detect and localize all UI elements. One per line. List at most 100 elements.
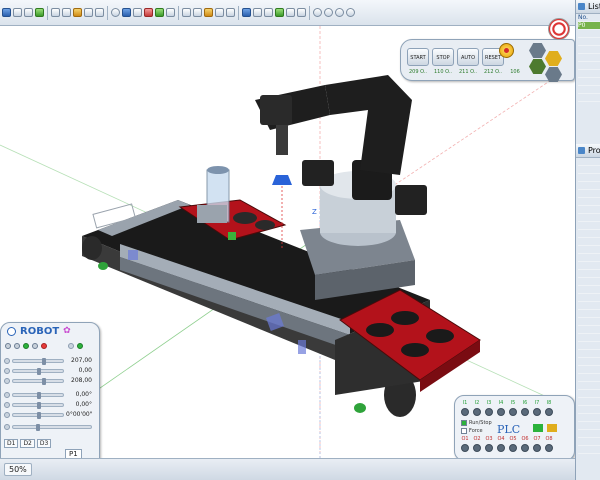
new-file-icon[interactable] <box>2 8 11 17</box>
slider-thumb[interactable] <box>37 411 41 419</box>
target-icon[interactable] <box>548 18 570 40</box>
list-item[interactable] <box>578 54 600 62</box>
axis-b-minus-button[interactable] <box>4 401 10 408</box>
slider-thumb[interactable] <box>37 391 41 399</box>
axis-b-slider[interactable] <box>12 401 64 409</box>
zoom-fit-icon[interactable] <box>335 8 344 17</box>
list-item[interactable] <box>578 30 600 38</box>
program-line[interactable] <box>578 334 600 342</box>
star-icon[interactable]: ✿ <box>63 326 71 336</box>
slider-thumb[interactable] <box>37 401 41 409</box>
shaded-icon[interactable] <box>297 8 306 17</box>
program-line[interactable] <box>578 230 600 238</box>
tab-d1[interactable]: D1 <box>4 439 19 448</box>
auto-button[interactable]: AUTO <box>457 48 479 66</box>
rotate-view-icon[interactable] <box>111 8 120 17</box>
view-side-icon[interactable] <box>264 8 273 17</box>
zoom-out-icon[interactable] <box>324 8 333 17</box>
program-line[interactable] <box>578 270 600 278</box>
arrow-left-icon[interactable] <box>547 424 557 432</box>
list-item[interactable] <box>578 46 600 54</box>
grid-icon[interactable] <box>226 8 235 17</box>
list-item[interactable] <box>578 70 600 78</box>
program-line[interactable] <box>578 246 600 254</box>
axis-x-minus-button[interactable] <box>4 357 10 364</box>
program-line[interactable] <box>578 438 600 446</box>
tab-d3[interactable]: D3 <box>36 439 52 448</box>
slider-thumb[interactable] <box>36 423 41 431</box>
save-icon[interactable] <box>24 8 33 17</box>
view-iso-icon[interactable] <box>275 8 284 17</box>
list-item[interactable]: P0 <box>578 22 600 30</box>
speed-minus-button[interactable] <box>4 423 10 430</box>
measure-icon[interactable] <box>204 8 213 17</box>
program-line[interactable] <box>578 414 600 422</box>
zoom-in-icon[interactable] <box>313 8 322 17</box>
zoom-window-icon[interactable] <box>346 8 355 17</box>
redo-icon[interactable] <box>62 8 71 17</box>
program-line[interactable] <box>578 222 600 230</box>
program-line[interactable] <box>578 278 600 286</box>
axis-a-minus-button[interactable] <box>4 391 10 398</box>
program-line[interactable] <box>578 350 600 358</box>
tab-d2[interactable]: D2 <box>20 439 35 448</box>
emergency-stop-button[interactable] <box>499 43 514 58</box>
list-item[interactable] <box>578 94 600 102</box>
speed-slider[interactable] <box>12 423 92 431</box>
open-file-icon[interactable] <box>13 8 22 17</box>
program-line[interactable] <box>578 238 600 246</box>
program-line[interactable] <box>578 294 600 302</box>
view-front-icon[interactable] <box>242 8 251 17</box>
snap-icon[interactable] <box>215 8 224 17</box>
program-line[interactable] <box>578 430 600 438</box>
program-line[interactable] <box>578 174 600 182</box>
import-icon[interactable] <box>35 8 44 17</box>
program-line[interactable] <box>578 310 600 318</box>
copy-icon[interactable] <box>84 8 93 17</box>
view-top-icon[interactable] <box>253 8 262 17</box>
list-item[interactable] <box>578 62 600 70</box>
force-checkbox[interactable] <box>461 428 467 434</box>
zoom-level[interactable]: 50% <box>4 463 32 476</box>
program-line[interactable] <box>578 318 600 326</box>
stop-button[interactable]: STOP <box>432 48 454 66</box>
program-line[interactable] <box>578 382 600 390</box>
axis-c-minus-button[interactable] <box>4 411 10 418</box>
list-item[interactable] <box>578 38 600 46</box>
robot-settings-icon[interactable] <box>7 326 16 336</box>
program-line[interactable] <box>578 446 600 454</box>
cut-icon[interactable] <box>73 8 82 17</box>
scale-icon[interactable] <box>193 8 202 17</box>
start-button[interactable]: START <box>407 48 429 66</box>
axis-c-slider[interactable] <box>12 411 64 419</box>
slider-thumb[interactable] <box>42 357 46 365</box>
program-line[interactable] <box>578 158 600 166</box>
axis-x-slider[interactable] <box>12 357 64 365</box>
group-icon[interactable] <box>155 8 164 17</box>
program-line[interactable] <box>578 190 600 198</box>
axis-z-slider[interactable] <box>12 377 64 385</box>
program-line[interactable] <box>578 406 600 414</box>
slider-thumb[interactable] <box>42 377 46 385</box>
program-line[interactable] <box>578 390 600 398</box>
program-line[interactable] <box>578 422 600 430</box>
axis-y-minus-button[interactable] <box>4 367 10 374</box>
wireframe-icon[interactable] <box>286 8 295 17</box>
program-line[interactable] <box>578 254 600 262</box>
list-panel-title[interactable]: Lista <box>576 0 600 14</box>
select-icon[interactable] <box>133 8 142 17</box>
program-line[interactable] <box>578 214 600 222</box>
undo-icon[interactable] <box>51 8 60 17</box>
program-line[interactable] <box>578 166 600 174</box>
robot-option-icon[interactable] <box>68 343 74 349</box>
run-stop-checkbox[interactable] <box>461 420 467 426</box>
axis-a-slider[interactable] <box>12 391 64 399</box>
force-mode[interactable]: Force <box>461 428 483 434</box>
program-line[interactable] <box>578 342 600 350</box>
program-line[interactable] <box>578 326 600 334</box>
pan-view-icon[interactable] <box>122 8 131 17</box>
program-line[interactable] <box>578 374 600 382</box>
program-line[interactable] <box>578 302 600 310</box>
align-icon[interactable] <box>166 8 175 17</box>
program-line[interactable] <box>578 206 600 214</box>
